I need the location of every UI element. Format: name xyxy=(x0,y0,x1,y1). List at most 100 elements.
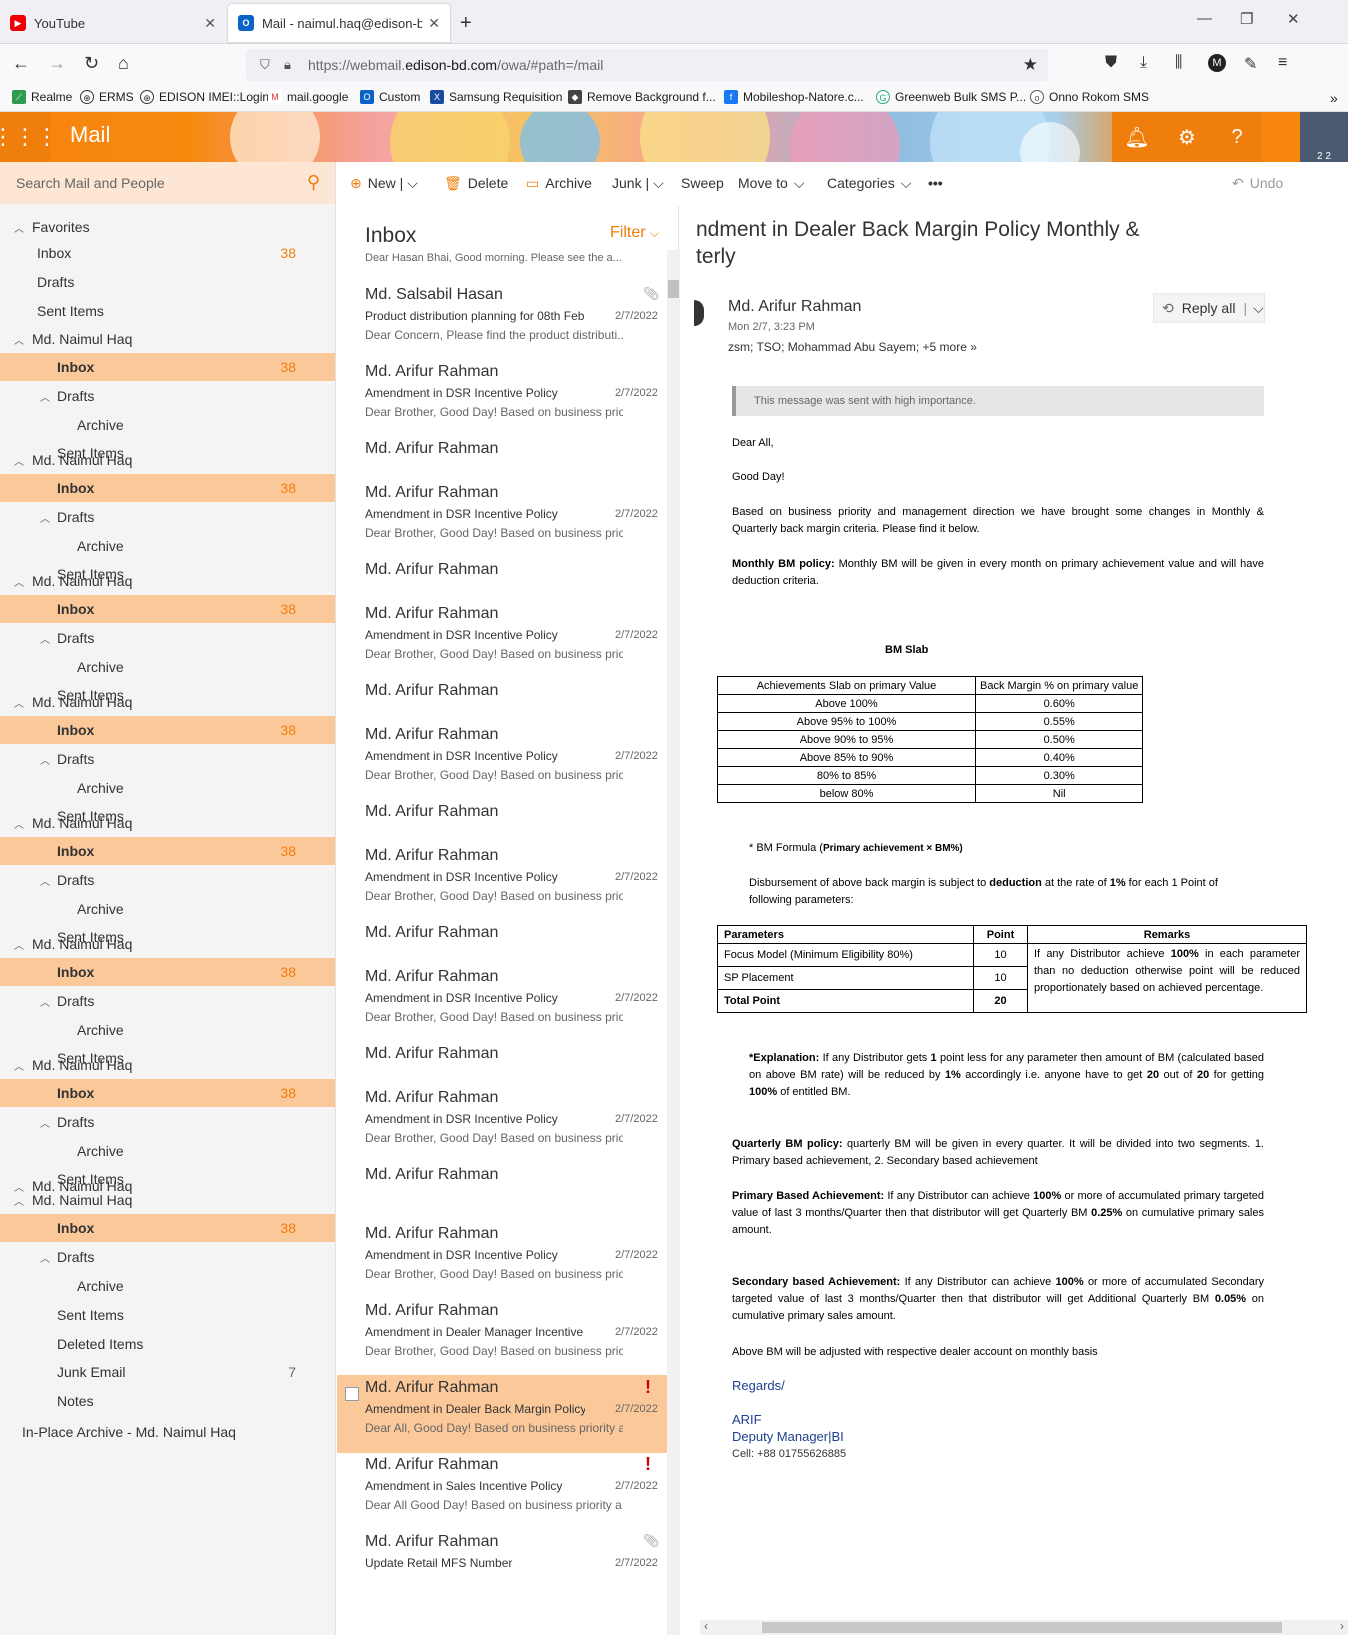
expand-recipients-icon[interactable]: » xyxy=(970,340,977,354)
bookmark-item[interactable]: o Onno Rokom SMS xyxy=(1030,90,1149,104)
folder-archive[interactable]: Archive xyxy=(0,532,335,560)
folder-drafts[interactable]: ︿ Drafts xyxy=(0,987,335,1015)
bookmark-item[interactable]: f Mobileshop-Natore.c... xyxy=(724,90,864,104)
more-actions-button[interactable]: ••• xyxy=(928,175,943,191)
select-checkbox[interactable] xyxy=(345,1387,359,1401)
folder-archive[interactable]: Archive xyxy=(0,653,335,681)
scroll-left-icon[interactable]: ‹ xyxy=(704,1619,708,1633)
maximize-icon[interactable]: ❐ xyxy=(1240,10,1253,28)
back-icon[interactable]: ← xyxy=(12,53,30,74)
folder-inbox[interactable]: Inbox 38 xyxy=(0,1214,335,1242)
new-button[interactable]: ⊕ New | ⌵ xyxy=(350,175,418,192)
user-avatar[interactable]: 2 2 xyxy=(1300,112,1348,162)
folder-deleted-items[interactable]: Deleted Items xyxy=(0,1330,335,1358)
folder-inbox[interactable]: Inbox 38 xyxy=(0,474,335,502)
menu-icon[interactable]: ≡ xyxy=(1278,54,1287,72)
folder-archive[interactable]: Archive xyxy=(0,1016,335,1044)
folder-drafts[interactable]: ︿ Drafts xyxy=(0,1108,335,1136)
folder-drafts[interactable]: ︿ Drafts xyxy=(0,624,335,652)
folder-sent-items[interactable]: Sent Items xyxy=(0,1301,335,1329)
bookmark-item[interactable]: G Greenweb Bulk SMS P... xyxy=(876,90,1026,104)
in-place-archive[interactable]: In-Place Archive - Md. Naimul Haq xyxy=(0,1418,335,1446)
message-item[interactable]: Md. Arifur Rahman Amendment in DSR Incen… xyxy=(337,601,667,679)
account-header[interactable]: ︿ Md. Naimul Haq xyxy=(0,1051,335,1079)
message-item[interactable]: Md. Arifur Rahman Amendment in DSR Incen… xyxy=(337,480,667,558)
message-item-selected[interactable]: Md. Arifur Rahman ! Amendment in Dealer … xyxy=(337,1375,667,1453)
message-item[interactable]: Md. Arifur Rahman Amendment in DSR Incen… xyxy=(337,722,667,800)
forward-icon[interactable]: → xyxy=(48,53,66,74)
help-icon[interactable]: ? xyxy=(1212,112,1262,162)
account-icon[interactable]: M xyxy=(1208,54,1226,72)
bookmark-item[interactable]: Mmail.google xyxy=(268,90,348,104)
download-icon[interactable]: ⤓ xyxy=(1140,54,1147,72)
bookmark-item[interactable]: X Samsung Requisition xyxy=(430,90,562,104)
folder-archive[interactable]: Archive xyxy=(0,1272,335,1300)
message-item[interactable]: Md. Arifur Rahman xyxy=(337,1162,667,1222)
notifications-bell-icon[interactable]: 🔔︎ xyxy=(1112,112,1162,162)
folder-inbox[interactable]: Inbox 38 xyxy=(0,716,335,744)
scroll-right-icon[interactable]: › xyxy=(1340,1619,1344,1633)
folder-archive[interactable]: Archive xyxy=(0,895,335,923)
account-header[interactable]: ︿ Md. Naimul Haq xyxy=(0,325,335,353)
archive-button[interactable]: ▭ Archive xyxy=(526,175,592,192)
bookmark-item[interactable]: ⟋ Realme xyxy=(12,90,72,104)
folder-inbox[interactable]: Inbox 38 xyxy=(0,837,335,865)
message-item[interactable]: Md. Arifur Rahman Amendment in DSR Incen… xyxy=(337,964,667,1042)
home-icon[interactable]: ⌂ xyxy=(118,53,129,74)
bookmark-item[interactable]: ⊕ EDISON IMEI::Login xyxy=(140,90,269,104)
folder-archive[interactable]: Archive xyxy=(0,1137,335,1165)
app-launcher-icon[interactable]: ⋮⋮⋮ xyxy=(0,112,58,162)
sender-name[interactable]: Md. Arifur Rahman xyxy=(728,298,861,316)
account-header[interactable]: ︿ Md. Naimul Haq xyxy=(0,446,335,474)
message-item[interactable]: Md. Salsabil Hasan 📎︎ Product distributi… xyxy=(337,282,667,360)
message-item[interactable]: Md. Arifur Rahman Amendment in DSR Incen… xyxy=(337,1221,667,1299)
message-item[interactable]: Md. Arifur Rahman xyxy=(337,557,667,601)
favorites-header[interactable]: ︿ Favorites xyxy=(0,213,335,241)
tab-youtube[interactable]: ▶ YouTube ✕ xyxy=(0,4,226,42)
account-header[interactable]: ︿ Md. Naimul Haq xyxy=(0,567,335,595)
close-tab-icon[interactable]: ✕ xyxy=(204,15,216,32)
folder-drafts[interactable]: ︿ Drafts xyxy=(0,382,335,410)
scrollbar-thumb[interactable] xyxy=(668,280,679,298)
folder-drafts[interactable]: ︿ Drafts xyxy=(0,503,335,531)
search-icon[interactable]: ⚲ xyxy=(307,172,320,193)
reply-all-button[interactable]: ⟲ Reply all | ⌵ xyxy=(1153,293,1265,323)
filter-button[interactable]: Filter ⌵ xyxy=(610,224,659,242)
bookmark-item[interactable]: ◆ Remove Background f... xyxy=(568,90,716,104)
junk-button[interactable]: Junk | ⌵ xyxy=(612,175,664,192)
minimize-icon[interactable]: — xyxy=(1197,10,1212,27)
move-to-button[interactable]: Move to ⌵ xyxy=(738,175,804,192)
undo-button[interactable]: ↶ Undo xyxy=(1232,175,1283,192)
scrollbar-thumb[interactable] xyxy=(762,1622,1282,1633)
account-header[interactable]: ︿ Md. Naimul Haq xyxy=(0,1186,335,1214)
folder-drafts[interactable]: ︿ Drafts xyxy=(0,745,335,773)
delete-button[interactable]: 🗑︎ Delete xyxy=(444,175,508,192)
folder-inbox[interactable]: Inbox 38 xyxy=(0,353,335,381)
folder-inbox[interactable]: Inbox 38 xyxy=(0,958,335,986)
reading-pane-hscrollbar[interactable]: ‹ › xyxy=(700,1619,1348,1635)
reload-icon[interactable]: ↻ xyxy=(84,53,99,74)
fav-sent-items[interactable]: Sent Items xyxy=(0,297,335,325)
message-item[interactable]: Md. Arifur Rahman ! Amendment in Sales I… xyxy=(337,1452,667,1530)
more-recipients-link[interactable]: +5 more xyxy=(923,340,967,354)
message-item[interactable]: Md. Arifur Rahman xyxy=(337,799,667,843)
url-bar[interactable]: ⛉ 🔒︎ https://webmail.edison-bd.com/owa/#… xyxy=(246,49,1048,81)
bookmark-item[interactable]: ⊕ ERMS xyxy=(80,90,134,104)
fav-inbox[interactable]: Inbox 38 xyxy=(0,239,335,267)
new-tab-icon[interactable]: + xyxy=(460,12,472,35)
folder-notes[interactable]: Notes xyxy=(0,1387,335,1415)
library-icon[interactable]: ⫼ xyxy=(1175,54,1182,72)
message-item[interactable]: Md. Arifur Rahman xyxy=(337,436,667,480)
sweep-button[interactable]: Sweep xyxy=(681,175,724,191)
message-item[interactable]: Md. Arifur Rahman Amendment in DSR Incen… xyxy=(337,1085,667,1163)
message-item[interactable]: Md. Arifur Rahman Amendment in Dealer Ma… xyxy=(337,1298,667,1376)
bookmark-item[interactable]: O Custom xyxy=(360,90,420,104)
folder-inbox[interactable]: Inbox 38 xyxy=(0,595,335,623)
folder-drafts[interactable]: ︿ Drafts xyxy=(0,1243,335,1271)
folder-inbox[interactable]: Inbox 38 xyxy=(0,1079,335,1107)
folder-junk-email[interactable]: Junk Email 7 xyxy=(0,1358,335,1386)
fav-drafts[interactable]: Drafts xyxy=(0,268,335,296)
folder-drafts[interactable]: ︿ Drafts xyxy=(0,866,335,894)
folder-archive[interactable]: Archive xyxy=(0,774,335,802)
more-bookmarks-icon[interactable]: » xyxy=(1330,90,1338,106)
